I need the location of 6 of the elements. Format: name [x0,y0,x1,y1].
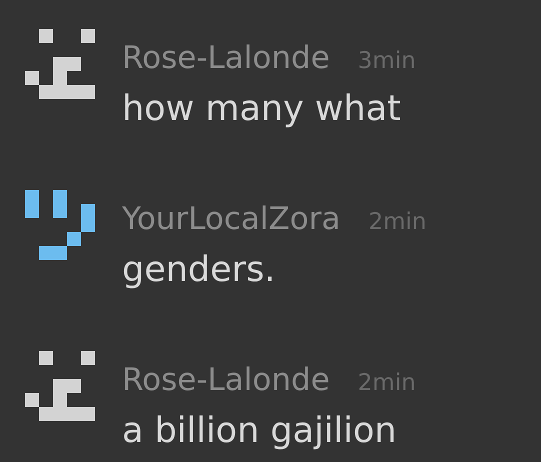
username[interactable]: Rose-Lalonde [122,43,330,73]
message-text: a billion gajilion [122,411,398,451]
message-text: how many what [122,89,402,129]
message-text: genders. [122,250,276,290]
username[interactable]: YourLocalZora [122,204,340,234]
username[interactable]: Rose-Lalonde [122,365,330,395]
